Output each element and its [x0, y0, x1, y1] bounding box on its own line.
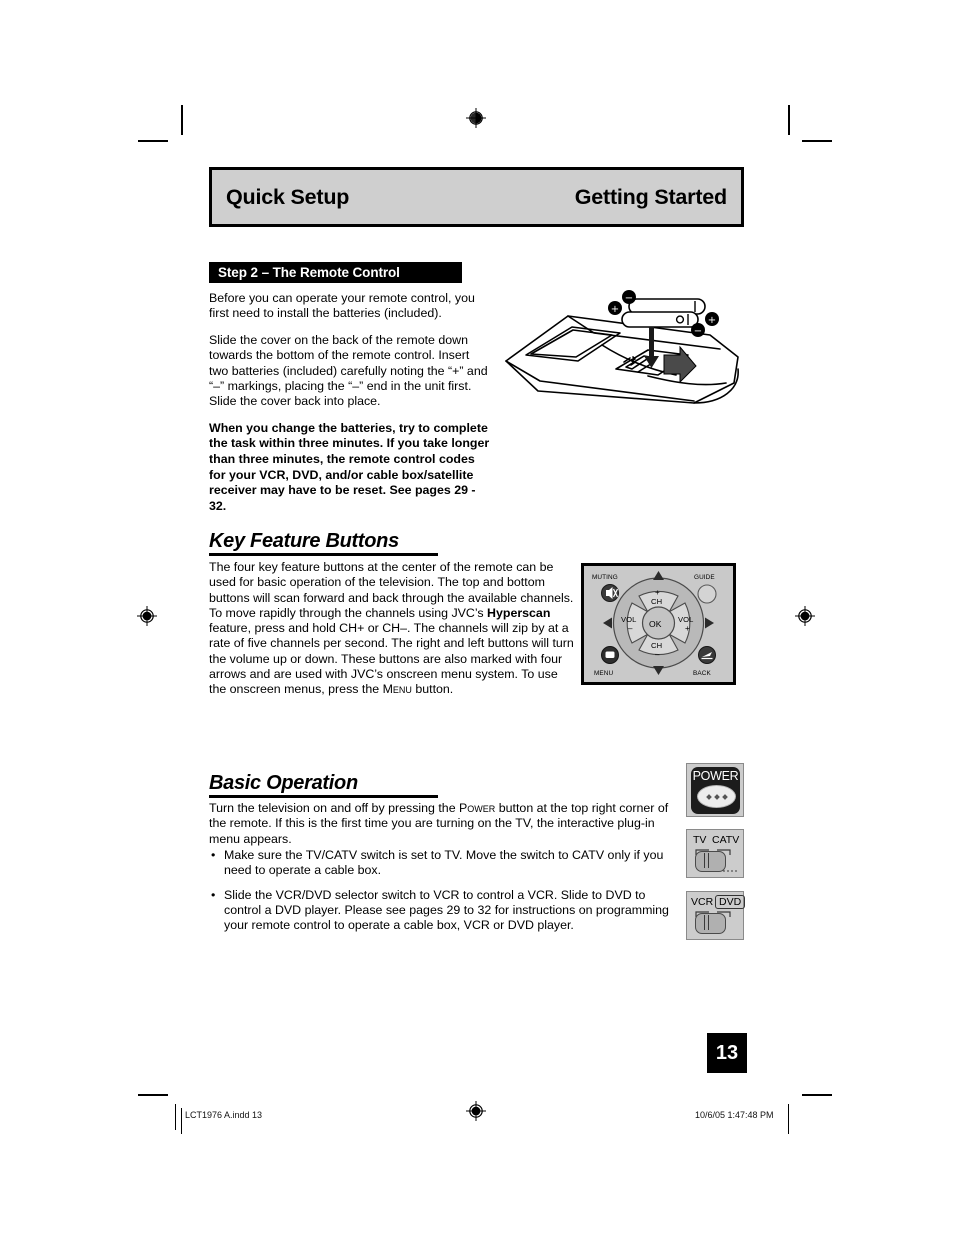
- list-item: Slide the VCR/DVD selector switch to VCR…: [209, 888, 669, 934]
- keypad-vol-left-minus: –: [628, 624, 633, 633]
- basic-operation-heading: Basic Operation: [209, 772, 358, 794]
- keypad-ch-down-minus: –: [655, 650, 660, 659]
- intro-warning-paragraph: When you change the batteries, try to co…: [209, 420, 490, 513]
- power-smallcaps-label: Power: [459, 801, 496, 815]
- svg-text:+: +: [611, 304, 619, 315]
- power-diamond-icon: [713, 793, 720, 800]
- keypad-menu-label: MENU: [594, 670, 614, 677]
- power-diamond-icon: [705, 793, 712, 800]
- registration-mark-top: [465, 107, 487, 129]
- keypad-vol-right-plus: +: [685, 624, 690, 633]
- vcr-dvd-switch-figure: VCR DVD: [686, 891, 746, 940]
- svg-text:+: +: [708, 315, 716, 326]
- key-feature-body-part-3: button.: [411, 682, 454, 697]
- registration-mark-bottom: [465, 1100, 487, 1122]
- footer-tick-left: [175, 1104, 176, 1130]
- keypad-vol-right-label: VOL: [678, 615, 694, 624]
- key-feature-heading: Key Feature Buttons: [209, 530, 399, 552]
- header-left-title: Quick Setup: [226, 184, 350, 209]
- keypad-vol-left-label: VOL: [621, 615, 637, 624]
- remote-keypad-figure: MUTING GUIDE MENU BACK + CH CH – VOL – V…: [581, 563, 736, 685]
- menu-smallcaps-label: Menu: [382, 682, 412, 697]
- keypad-ch-up-plus: +: [655, 588, 660, 597]
- keypad-ch-up-label: CH: [651, 597, 663, 606]
- registration-mark-left: [136, 605, 158, 627]
- tv-catv-switch-figure: TV CATV: [686, 829, 744, 878]
- intro-paragraph-1: Before you can operate your remote contr…: [209, 291, 475, 321]
- footer-file-name: LCT1976 A.indd 13: [185, 1110, 263, 1120]
- battery-installation-figure: − + + −: [498, 283, 748, 413]
- page-number-label: 13: [715, 1041, 739, 1064]
- keypad-ok-label: OK: [649, 619, 662, 629]
- list-item: Make sure the TV/CATV switch is set to T…: [209, 848, 669, 879]
- power-button-oval: [697, 785, 736, 808]
- footer-tick-right: [788, 1104, 789, 1130]
- crop-mark-bottom-right-horizontal: [802, 1094, 832, 1096]
- vcr-dvd-slider-knob[interactable]: [695, 913, 726, 934]
- keypad-back-label: BACK: [693, 670, 711, 677]
- crop-mark-top-left-horizontal: [138, 140, 168, 142]
- power-button-label: POWER: [692, 769, 739, 783]
- basic-operation-intro-part-1: Turn the television on and off by pressi…: [209, 801, 460, 815]
- svg-text:−: −: [625, 293, 633, 304]
- header-right-title: Getting Started: [574, 184, 727, 209]
- key-feature-heading-rule: [209, 553, 438, 556]
- basic-operation-bullet-list: Make sure the TV/CATV switch is set to T…: [209, 848, 669, 942]
- power-diamond-icon: [721, 793, 728, 800]
- crop-mark-top-left-vertical: [181, 105, 183, 135]
- basic-operation-intro: Turn the television on and off by pressi…: [209, 801, 669, 847]
- crop-mark-bottom-left-vertical: [181, 1108, 182, 1134]
- keypad-ch-down-label: CH: [651, 641, 663, 650]
- keypad-guide-label: GUIDE: [694, 574, 715, 581]
- crop-mark-bottom-left-horizontal: [138, 1094, 168, 1096]
- key-feature-body: The four key feature buttons at the cent…: [209, 560, 577, 698]
- power-button-key: POWER: [691, 767, 740, 814]
- basic-operation-heading-rule: [209, 795, 438, 798]
- page-number-badge: 13: [707, 1033, 747, 1073]
- intro-text-column: Before you can operate your remote contr…: [209, 291, 491, 525]
- keypad-muting-label: MUTING: [592, 574, 618, 581]
- intro-paragraph-2: Slide the cover on the back of the remot…: [209, 332, 488, 409]
- step-heading-bar: Step 2 – The Remote Control: [209, 262, 462, 283]
- svg-text:−: −: [694, 326, 702, 337]
- power-button-figure: POWER: [686, 763, 744, 817]
- step-heading-label: Step 2 – The Remote Control: [218, 265, 400, 280]
- tv-catv-slider-knob[interactable]: [695, 851, 726, 872]
- hyperscan-term: Hyperscan: [487, 605, 551, 620]
- crop-mark-top-right-vertical: [788, 105, 790, 135]
- crop-mark-top-right-horizontal: [802, 140, 832, 142]
- footer-timestamp: 10/6/05 1:47:48 PM: [695, 1110, 774, 1120]
- page-header-bar: Quick Setup Getting Started: [209, 167, 744, 227]
- registration-mark-right: [794, 605, 816, 627]
